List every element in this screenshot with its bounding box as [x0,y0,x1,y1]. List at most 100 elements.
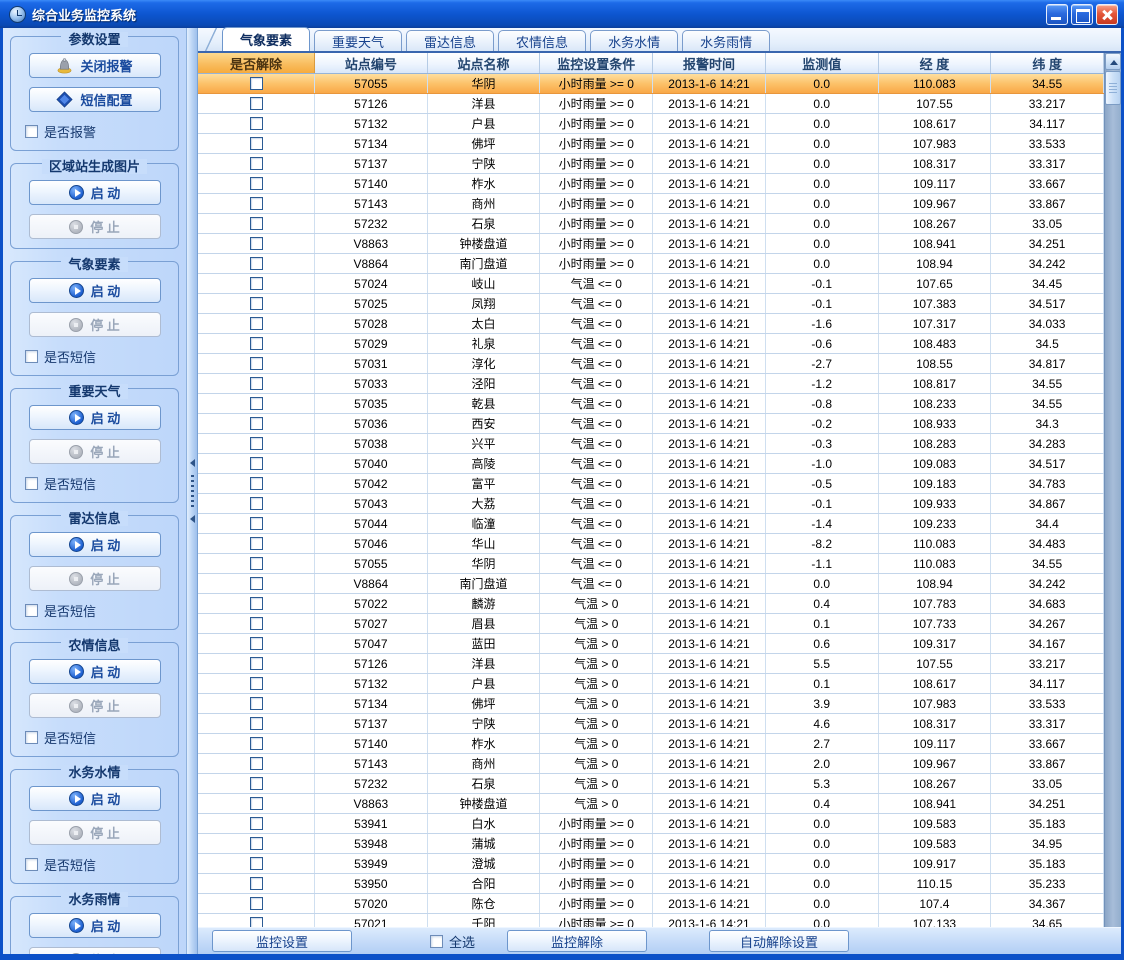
table-row[interactable]: 57132户县气温 > 0 2013-1-6 14:210.1108.61734… [198,674,1104,694]
row-checkbox[interactable] [250,197,263,210]
column-header-station-name[interactable]: 站点名称 [428,53,541,73]
table-row[interactable]: 57140柞水气温 > 0 2013-1-6 14:212.7109.11733… [198,734,1104,754]
table-row[interactable]: 57021千阳小时雨量 >= 0 2013-1-6 14:210.0107.13… [198,914,1104,927]
vertical-scrollbar[interactable] [1104,53,1121,927]
row-checkbox[interactable] [250,737,263,750]
stop-button[interactable]: 停 止 [29,947,161,954]
row-checkbox[interactable] [250,297,263,310]
column-header-alarm-time[interactable]: 报警时间 [653,53,766,73]
stop-button[interactable]: 停 止 [29,312,161,337]
column-header-condition[interactable]: 监控设置条件 [540,53,653,73]
table-row[interactable]: 57027眉县气温 > 0 2013-1-6 14:210.1107.73334… [198,614,1104,634]
table-row[interactable]: 57134佛坪小时雨量 >= 0 2013-1-6 14:210.0107.98… [198,134,1104,154]
column-header-value[interactable]: 监测值 [766,53,879,73]
table-row[interactable]: 57028太白气温 <= 0 2013-1-6 14:21-1.6107.317… [198,314,1104,334]
row-checkbox[interactable] [250,437,263,450]
row-checkbox[interactable] [250,917,263,927]
row-checkbox[interactable] [250,337,263,350]
row-checkbox[interactable] [250,857,263,870]
table-row[interactable]: 57022麟游气温 > 0 2013-1-6 14:210.4107.78334… [198,594,1104,614]
row-checkbox[interactable] [250,537,263,550]
tab-4[interactable]: 水务水情 [590,30,678,51]
sidebar-splitter[interactable] [186,28,198,954]
row-checkbox[interactable] [250,357,263,370]
column-header-longitude[interactable]: 经 度 [879,53,992,73]
row-checkbox[interactable] [250,97,263,110]
tab-0[interactable]: 气象要素 [222,27,310,51]
table-row[interactable]: 57132户县小时雨量 >= 0 2013-1-6 14:210.0108.61… [198,114,1104,134]
table-row[interactable]: 57044临潼气温 <= 0 2013-1-6 14:21-1.4109.233… [198,514,1104,534]
row-checkbox[interactable] [250,277,263,290]
table-row[interactable]: 57140柞水小时雨量 >= 0 2013-1-6 14:210.0109.11… [198,174,1104,194]
row-checkbox[interactable] [250,497,263,510]
auto-release-settings-button[interactable]: 自动解除设置 [709,930,849,952]
table-row[interactable]: 57043大荔气温 <= 0 2013-1-6 14:21-0.1109.933… [198,494,1104,514]
table-row[interactable]: 57137宁陕气温 > 0 2013-1-6 14:214.6108.31733… [198,714,1104,734]
row-checkbox[interactable] [250,617,263,630]
row-checkbox[interactable] [250,237,263,250]
start-button[interactable]: 启 动 [29,786,161,811]
row-checkbox[interactable] [250,157,263,170]
sms-checkbox[interactable]: 是否短信 [25,855,170,874]
scroll-up-icon[interactable] [1105,53,1121,70]
close-button[interactable] [1096,4,1118,25]
table-row[interactable]: V8864南门盘道小时雨量 >= 0 2013-1-6 14:210.0108.… [198,254,1104,274]
table-row[interactable]: 57029礼泉气温 <= 0 2013-1-6 14:21-0.6108.483… [198,334,1104,354]
table-row[interactable]: V8864南门盘道气温 <= 0 2013-1-6 14:210.0108.94… [198,574,1104,594]
row-checkbox[interactable] [250,377,263,390]
row-checkbox[interactable] [250,817,263,830]
row-checkbox[interactable] [250,397,263,410]
table-row[interactable]: 53948蒲城小时雨量 >= 0 2013-1-6 14:210.0109.58… [198,834,1104,854]
monitor-settings-button[interactable]: 监控设置 [212,930,352,952]
stop-button[interactable]: 停 止 [29,439,161,464]
select-all-checkbox[interactable]: 全选 [430,932,475,951]
table-row[interactable]: V8863钟楼盘道气温 > 0 2013-1-6 14:210.4108.941… [198,794,1104,814]
row-checkbox[interactable] [250,677,263,690]
row-checkbox[interactable] [250,477,263,490]
start-button[interactable]: 启 动 [29,278,161,303]
table-row[interactable]: 53941白水小时雨量 >= 0 2013-1-6 14:210.0109.58… [198,814,1104,834]
start-button[interactable]: 启 动 [29,532,161,557]
row-checkbox[interactable] [250,637,263,650]
alarm-checkbox[interactable]: 是否报警 [25,122,170,141]
table-row[interactable]: 57232石泉气温 > 0 2013-1-6 14:215.3108.26733… [198,774,1104,794]
table-row[interactable]: 57126洋县小时雨量 >= 0 2013-1-6 14:210.0107.55… [198,94,1104,114]
table-row[interactable]: V8863钟楼盘道小时雨量 >= 0 2013-1-6 14:210.0108.… [198,234,1104,254]
monitor-release-button[interactable]: 监控解除 [507,930,647,952]
titlebar[interactable]: 综合业务监控系统 [0,0,1124,28]
minimize-button[interactable] [1046,4,1068,25]
table-row[interactable]: 57038兴平气温 <= 0 2013-1-6 14:21-0.3108.283… [198,434,1104,454]
sms-checkbox[interactable]: 是否短信 [25,601,170,620]
table-row[interactable]: 57055华阴小时雨量 >= 0 2013-1-6 14:210.0110.08… [198,74,1104,94]
table-row[interactable]: 53950合阳小时雨量 >= 0 2013-1-6 14:210.0110.15… [198,874,1104,894]
tab-2[interactable]: 雷达信息 [406,30,494,51]
stop-button[interactable]: 停 止 [29,693,161,718]
row-checkbox[interactable] [250,117,263,130]
row-checkbox[interactable] [250,257,263,270]
scrollbar-thumb[interactable] [1105,71,1121,105]
row-checkbox[interactable] [250,457,263,470]
row-checkbox[interactable] [250,417,263,430]
start-button[interactable]: 启 动 [29,659,161,684]
row-checkbox[interactable] [250,797,263,810]
sms-checkbox[interactable]: 是否短信 [25,728,170,747]
sms-checkbox[interactable]: 是否短信 [25,347,170,366]
tab-3[interactable]: 农情信息 [498,30,586,51]
sms-config-button[interactable]: 短信配置 [29,87,161,112]
row-checkbox[interactable] [250,317,263,330]
table-row[interactable]: 57047蓝田气温 > 0 2013-1-6 14:210.6109.31734… [198,634,1104,654]
row-checkbox[interactable] [250,517,263,530]
row-checkbox[interactable] [250,837,263,850]
table-row[interactable]: 53949澄城小时雨量 >= 0 2013-1-6 14:210.0109.91… [198,854,1104,874]
row-checkbox[interactable] [250,177,263,190]
row-checkbox[interactable] [250,717,263,730]
row-checkbox[interactable] [250,577,263,590]
column-header-release[interactable]: 是否解除 [198,53,315,73]
start-button[interactable]: 启 动 [29,180,161,205]
table-row[interactable]: 57042富平气温 <= 0 2013-1-6 14:21-0.5109.183… [198,474,1104,494]
row-checkbox[interactable] [250,777,263,790]
row-checkbox[interactable] [250,77,263,90]
table-row[interactable]: 57031淳化气温 <= 0 2013-1-6 14:21-2.7108.553… [198,354,1104,374]
stop-button[interactable]: 停 止 [29,820,161,845]
start-button[interactable]: 启 动 [29,913,161,938]
